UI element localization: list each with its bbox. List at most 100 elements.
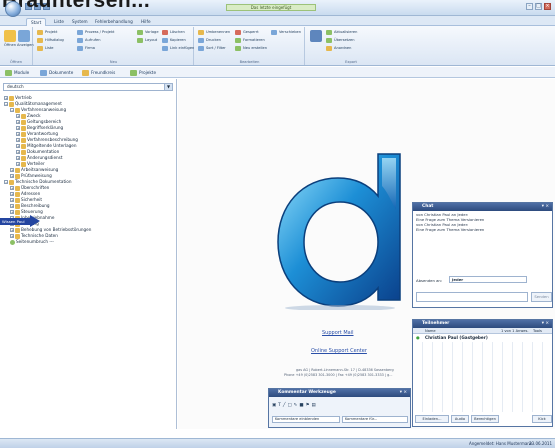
document-icon — [15, 203, 20, 209]
minimize-button[interactable]: – — [526, 3, 533, 10]
document-icon — [40, 70, 47, 76]
online-support-link[interactable]: Online Support Center — [311, 348, 367, 354]
ribbon-item-prozess[interactable]: Prozess / Projekt — [77, 29, 114, 36]
chat-title: Chat — [422, 204, 434, 209]
recipient-label: Absenden an: — [416, 278, 443, 283]
ribbon-item-verschieben[interactable]: Verschieben — [271, 29, 301, 36]
recipient-select[interactable]: Jeder — [449, 276, 527, 283]
view-button[interactable]: Anzeigen — [17, 28, 34, 56]
ribbon-item-aktualisieren[interactable]: Aktualisieren — [326, 29, 357, 36]
participants-list-area — [413, 342, 552, 412]
panel-close-icon[interactable]: ▾ × — [400, 389, 407, 397]
tab-fehlerbehandlung[interactable]: Fehlerbehandlung — [91, 18, 137, 26]
chat-message: Eine Frage zum Thema Versionieren — [416, 227, 485, 232]
application-menu-button[interactable] — [5, 1, 21, 17]
ribbon-item-neu-erstellen[interactable]: Neu erstellen — [235, 45, 267, 52]
rectangle-tool-icon[interactable]: □ — [288, 403, 292, 408]
window-title: Das letzte eingefügt — [226, 4, 316, 11]
ribbon-item-drucken[interactable]: Drucken — [198, 37, 221, 44]
tree-node[interactable]: Seitenumbruch --- — [10, 239, 54, 245]
module-tabs: Module Dokumente Freundkreis Projekte — [0, 67, 555, 78]
ribbon-item-link[interactable]: Link einfügen — [162, 45, 194, 52]
ribbon-item-projekt[interactable]: Projekt — [37, 29, 57, 36]
save-icon[interactable]: ▤ — [311, 403, 315, 408]
online-status-icon: ● — [416, 335, 420, 340]
ribbon-item-formatieren[interactable]: Formatieren — [235, 37, 265, 44]
status-user: Angemeldet: Hans Mustermann — [469, 441, 533, 446]
people-icon — [82, 70, 89, 76]
ribbon-group-label: Bearbeiten — [239, 60, 260, 64]
send-button[interactable]: Senden — [531, 292, 552, 302]
ribbon-item-vorlage[interactable]: Vorlage — [137, 29, 159, 36]
support-mail-link[interactable]: Support Mail — [322, 330, 354, 336]
comments-for-select[interactable]: Kommentare für... — [342, 416, 408, 423]
select-tool-icon[interactable]: ▣ — [272, 403, 276, 408]
ribbon-item-firma[interactable]: Firma — [77, 45, 95, 52]
panel-close-icon[interactable]: ▾ × — [542, 203, 549, 211]
folder-icon — [15, 107, 20, 113]
participant-row[interactable]: ● Christian Paul (Gastgeber) — [413, 334, 552, 342]
document-icon — [21, 137, 26, 143]
comment-toolbar-header: Kommentar Werkzeuge ▾ × — [269, 389, 410, 397]
kick-button[interactable]: Kick — [532, 415, 552, 423]
ribbon-item-hilfsdialog[interactable]: Hilfsdialog — [37, 37, 64, 44]
document-icon — [21, 119, 26, 125]
tab-module[interactable]: Module — [5, 69, 29, 77]
chevron-down-icon[interactable]: ▼ — [164, 84, 172, 90]
tab-freundkreis[interactable]: Freundkreis — [82, 69, 115, 77]
export-button[interactable] — [309, 28, 323, 56]
ribbon-item-umbenennen[interactable]: Umbenennen — [198, 29, 230, 36]
close-button[interactable]: × — [544, 3, 551, 10]
folder-icon — [9, 101, 14, 107]
tab-start[interactable]: Start — [26, 18, 47, 26]
text-tool-icon[interactable]: T — [278, 403, 281, 408]
participants-header: Teilnehmer ▾ × — [413, 320, 552, 328]
language-select-value: deutsch — [7, 84, 24, 89]
participants-title: Teilnehmer — [422, 321, 450, 326]
ribbon-item-kopieren[interactable]: Kopieren — [162, 37, 186, 44]
document-icon — [15, 233, 20, 239]
ribbon-group-bearbeiten: Umbenennen Drucken Sort / Filter Gesperr… — [195, 27, 305, 65]
document-icon — [15, 197, 20, 203]
audio-button[interactable]: Audio — [451, 415, 469, 423]
ribbon-item-uebersetzen[interactable]: Übersetzen — [326, 37, 354, 44]
ribbon-item-anordnen[interactable]: Anordnen — [326, 45, 351, 52]
open-button[interactable]: Öffnen — [3, 28, 17, 56]
document-icon — [21, 143, 26, 149]
ribbon-item-layout[interactable]: Layout — [137, 37, 157, 44]
line-tool-icon[interactable]: ╱ — [283, 403, 286, 408]
comment-toolbar-title: Kommentar Werkzeuge — [278, 390, 336, 395]
window-controls: – □ × — [526, 3, 551, 10]
ribbon-item-liste[interactable]: Liste — [37, 45, 54, 52]
module-icon — [5, 70, 12, 76]
panel-close-icon[interactable]: ▾ × — [542, 320, 549, 328]
permissions-button[interactable]: Berechtigen — [471, 415, 499, 423]
stamp-tool-icon[interactable]: ⚑ — [306, 403, 310, 408]
ribbon-item-aufrufen[interactable]: Aufrufen — [77, 37, 101, 44]
document-icon — [21, 161, 26, 167]
document-icon — [21, 125, 26, 131]
maximize-button[interactable]: □ — [535, 3, 542, 10]
tab-system[interactable]: System — [68, 18, 92, 26]
pointer-arrow-icon — [30, 215, 40, 227]
ribbon-group-label: Export — [345, 60, 357, 64]
module-tree-pane: deutsch ▼ + Vertrieb − Qualitätsmanagement… — [0, 79, 177, 429]
show-comments-select[interactable]: Kommentare einblenden — [272, 416, 340, 423]
tab-hilfe[interactable]: Hilfe — [137, 18, 155, 26]
comment-tools: ▣ T ╱ □ ✎ ■ ⚑ ▤ — [272, 401, 316, 410]
ribbon-item-loeschen[interactable]: Löschen — [162, 29, 185, 36]
chat-message-input[interactable] — [416, 292, 528, 302]
footer-contact: Phone +49 (0)2583 301-3000 | Fax +49 (0)… — [284, 373, 393, 377]
ribbon-item-gesperrt[interactable]: Gesperrt — [235, 29, 259, 36]
document-icon — [15, 209, 20, 215]
tab-dokumente[interactable]: Dokumente — [40, 69, 73, 77]
color-tool-icon[interactable]: ■ — [299, 403, 303, 408]
language-select[interactable]: deutsch ▼ — [3, 83, 173, 91]
document-icon — [21, 113, 26, 119]
invite-button[interactable]: Einladen... — [415, 415, 449, 423]
pen-tool-icon[interactable]: ✎ — [294, 403, 298, 408]
tab-liste[interactable]: Liste — [50, 18, 68, 26]
document-icon — [15, 191, 20, 197]
ribbon-item-sort-filter[interactable]: Sort / Filter — [198, 45, 226, 52]
tab-projekte[interactable]: Projekte — [130, 69, 156, 77]
